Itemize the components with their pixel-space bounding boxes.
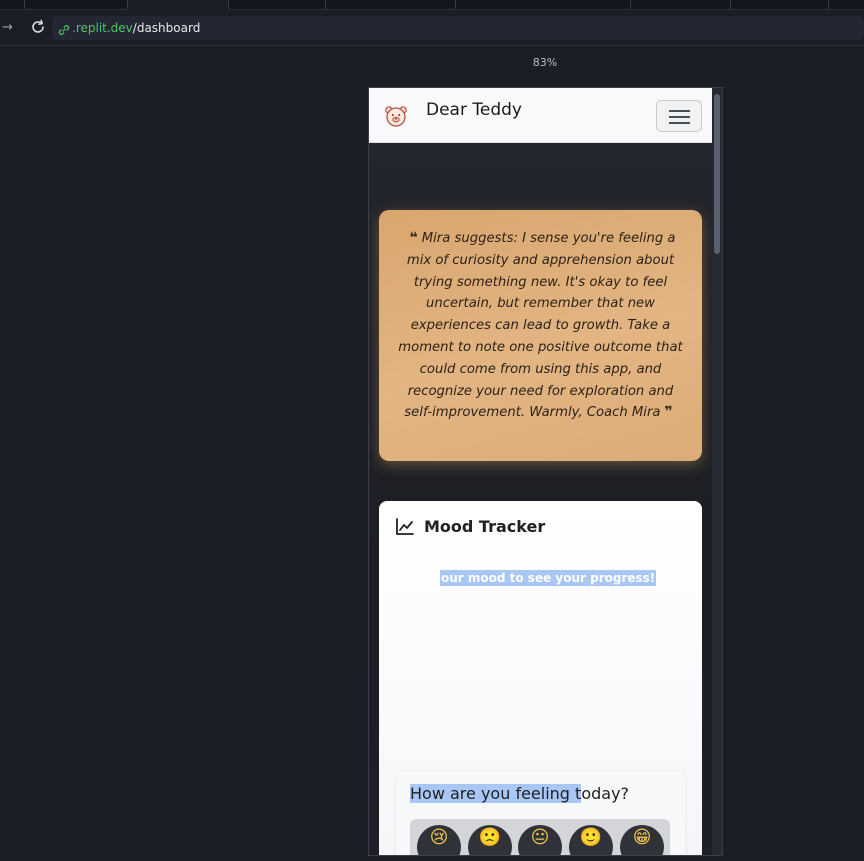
brand-title[interactable]: Dear Teddy <box>426 100 522 120</box>
tab-separator <box>455 0 456 9</box>
browser-toolbar: → .replit.dev/dashboard <box>0 10 864 46</box>
url-text: .replit.dev/dashboard <box>72 20 200 36</box>
device-preview: Dear Teddy ❝ Mira suggests: I sense you'r… <box>368 87 723 856</box>
tab-separator <box>630 0 631 9</box>
zoom-level: 83% <box>532 56 558 69</box>
menu-bar-icon <box>669 116 690 118</box>
tab-separator <box>730 0 731 9</box>
tab-separator <box>24 0 25 9</box>
teddy-logo-icon[interactable] <box>384 104 408 128</box>
address-bar[interactable]: .replit.dev/dashboard <box>52 16 864 40</box>
menu-bar-icon <box>669 110 690 112</box>
scroll-thumb[interactable] <box>714 94 720 254</box>
tab-separator <box>325 0 326 9</box>
happy-emoji-button[interactable]: 🙂 <box>569 825 613 855</box>
mood-emoji-row: 😢 🙁 😐 🙂 😁 <box>410 819 670 855</box>
tab-separator <box>828 0 829 9</box>
app-content: ❝ Mira suggests: I sense you're feeling a… <box>369 143 713 855</box>
mood-checkin-panel: How are you feeling today? 😢 🙁 😐 🙂 😁 <box>396 771 685 855</box>
open-quote-icon: ❝ <box>409 230 418 246</box>
coach-quote: ❝ Mira suggests: I sense you're feeling a… <box>395 228 686 424</box>
mood-tracker-title: Mood Tracker <box>424 517 546 536</box>
neutral-emoji-button[interactable]: 😐 <box>518 825 562 855</box>
close-quote-icon: ❞ <box>664 404 673 421</box>
mood-tracker-card: Mood Tracker our mood to see your progre… <box>379 501 702 855</box>
very-happy-emoji-button[interactable]: 😁 <box>620 825 664 855</box>
unselected-text: oday? <box>581 784 630 803</box>
browser-tab-strip <box>0 0 864 10</box>
forward-arrow-icon[interactable]: → <box>2 19 16 37</box>
browser-tab-active[interactable] <box>128 0 228 10</box>
line-chart-icon <box>395 518 415 536</box>
link-icon <box>58 21 70 35</box>
very-sad-emoji-button[interactable]: 😢 <box>417 825 461 855</box>
reload-icon[interactable] <box>28 17 48 37</box>
mood-empty-message: our mood to see your progress! <box>440 570 657 586</box>
app-navbar: Dear Teddy <box>369 88 713 143</box>
selected-text: How are you feeling t <box>410 784 582 803</box>
hamburger-menu-button[interactable] <box>656 100 702 132</box>
sad-emoji-button[interactable]: 🙁 <box>468 825 512 855</box>
coach-quote-card: ❝ Mira suggests: I sense you're feeling a… <box>379 210 702 461</box>
menu-bar-icon <box>669 122 690 124</box>
tab-separator <box>228 0 229 9</box>
url-domain: .replit.dev <box>72 21 133 35</box>
mood-checkin-title: How are you feeling today? <box>410 784 629 803</box>
url-path: /dashboard <box>132 21 201 35</box>
scrollbar[interactable] <box>712 88 722 855</box>
coach-quote-text: Mira suggests: I sense you're feeling a … <box>398 231 683 421</box>
